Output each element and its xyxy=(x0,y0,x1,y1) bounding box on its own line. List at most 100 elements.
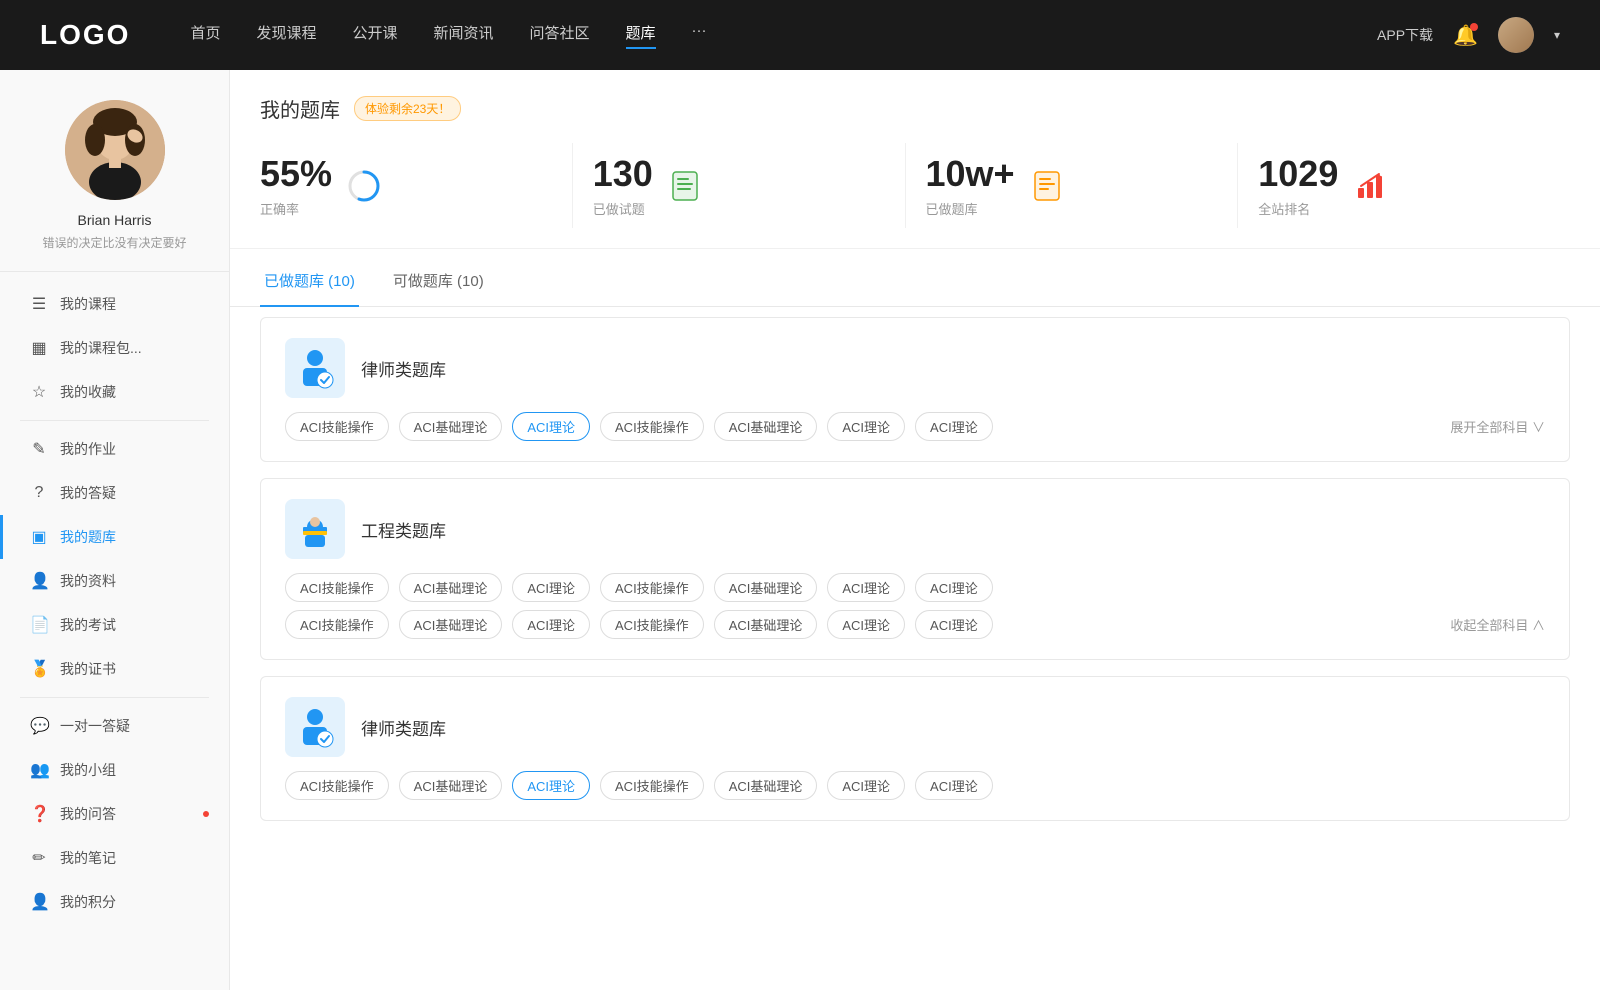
sidebar-item-my-group[interactable]: 👥 我的小组 xyxy=(0,748,229,792)
bank-tags-2b: ACI技能操作 ACI基础理论 ACI理论 ACI技能操作 ACI基础理论 AC… xyxy=(285,610,993,639)
bank-tags-3: ACI技能操作 ACI基础理论 ACI理论 ACI技能操作 ACI基础理论 AC… xyxy=(285,771,993,800)
bank-tag-2a-5[interactable]: ACI理论 xyxy=(827,573,905,602)
main-content: 我的题库 体验剩余23天！ 55% 正确率 xyxy=(230,70,1600,990)
favorites-icon: ☆ xyxy=(30,382,48,402)
sidebar-item-my-cert[interactable]: 🏅 我的证书 xyxy=(0,647,229,691)
user-avatar[interactable] xyxy=(1498,17,1534,53)
stat-done-questions: 130 已做试题 xyxy=(573,143,906,228)
app-download-button[interactable]: APP下载 xyxy=(1377,25,1433,45)
user-motto: 错误的决定比没有决定要好 xyxy=(22,234,206,251)
tab-available-banks[interactable]: 可做题库 (10) xyxy=(389,256,488,307)
tab-done-banks[interactable]: 已做题库 (10) xyxy=(260,256,359,307)
done-banks-icon xyxy=(1029,168,1065,204)
sidebar-item-my-questions[interactable]: ❓ 我的问答 xyxy=(0,792,229,836)
qa-icon: ? xyxy=(30,484,48,502)
bank-tag-2b-1[interactable]: ACI基础理论 xyxy=(399,610,503,639)
bank-tag-3-5[interactable]: ACI理论 xyxy=(827,771,905,800)
bank-tag-1-5[interactable]: ACI理论 xyxy=(827,412,905,441)
user-name: Brian Harris xyxy=(78,212,152,228)
bank-item-lawyer-2: 律师类题库 ACI技能操作 ACI基础理论 ACI理论 ACI技能操作 ACI基… xyxy=(260,676,1570,821)
sidebar-item-my-notes[interactable]: ✏ 我的笔记 xyxy=(0,836,229,880)
sidebar-item-my-exam[interactable]: 📄 我的考试 xyxy=(0,603,229,647)
sidebar-profile: Brian Harris 错误的决定比没有决定要好 xyxy=(0,100,229,272)
bank-tags-row-3: ACI技能操作 ACI基础理论 ACI理论 ACI技能操作 ACI基础理论 AC… xyxy=(285,771,1545,800)
sidebar-item-my-points[interactable]: 👤 我的积分 xyxy=(0,880,229,924)
bank-tag-2b-2[interactable]: ACI理论 xyxy=(512,610,590,639)
nav-open-course[interactable]: 公开课 xyxy=(352,22,397,49)
bank-tag-1-6[interactable]: ACI理论 xyxy=(915,412,993,441)
sidebar: Brian Harris 错误的决定比没有决定要好 ☰ 我的课程 ▦ 我的课程包… xyxy=(0,70,230,990)
sidebar-item-my-course-pack[interactable]: ▦ 我的课程包... xyxy=(0,326,229,370)
tabs-row: 已做题库 (10) 可做题库 (10) xyxy=(230,255,1600,307)
nav-qa[interactable]: 问答社区 xyxy=(530,22,590,49)
nav-right: APP下载 🔔 ▾ xyxy=(1377,17,1560,53)
bank-item-header-1: 律师类题库 xyxy=(285,338,1545,398)
sidebar-menu: ☰ 我的课程 ▦ 我的课程包... ☆ 我的收藏 ✎ 我的作业 ? 我的答疑 ▣ xyxy=(0,272,229,924)
notification-bell[interactable]: 🔔 xyxy=(1453,23,1478,48)
page-header: 我的题库 体验剩余23天！ xyxy=(230,70,1600,123)
bank-tag-3-2[interactable]: ACI理论 xyxy=(512,771,590,800)
bank-tag-1-0[interactable]: ACI技能操作 xyxy=(285,412,389,441)
bank-icon: ▣ xyxy=(30,527,48,547)
bank-tag-1-1[interactable]: ACI基础理论 xyxy=(399,412,503,441)
bank-tag-2b-6[interactable]: ACI理论 xyxy=(915,610,993,639)
bank-tag-2a-1[interactable]: ACI基础理论 xyxy=(399,573,503,602)
stat-done-questions-label: 已做试题 xyxy=(593,199,653,218)
user-dropdown-arrow[interactable]: ▾ xyxy=(1554,28,1560,42)
bank-item-header-2: 工程类题库 xyxy=(285,499,1545,559)
navbar: LOGO 首页 发现课程 公开课 新闻资讯 问答社区 题库 ··· APP下载 … xyxy=(0,0,1600,70)
bank-tag-3-0[interactable]: ACI技能操作 xyxy=(285,771,389,800)
sidebar-item-my-favorites[interactable]: ☆ 我的收藏 xyxy=(0,370,229,414)
nav-more[interactable]: ··· xyxy=(692,22,707,49)
stat-done-banks-label: 已做题库 xyxy=(926,199,1015,218)
sidebar-divider-2 xyxy=(20,697,209,698)
bank-tag-3-3[interactable]: ACI技能操作 xyxy=(600,771,704,800)
bank-tags-1: ACI技能操作 ACI基础理论 ACI理论 ACI技能操作 ACI基础理论 AC… xyxy=(285,412,993,441)
stat-rank-label: 全站排名 xyxy=(1258,199,1338,218)
bank-title-1: 律师类题库 xyxy=(361,356,446,381)
bank-tag-1-4[interactable]: ACI基础理论 xyxy=(714,412,818,441)
bank-tag-2b-3[interactable]: ACI技能操作 xyxy=(600,610,704,639)
bank-expand-1[interactable]: 展开全部科目 ∨ xyxy=(1450,417,1545,436)
nav-links: 首页 发现课程 公开课 新闻资讯 问答社区 题库 ··· xyxy=(190,22,1377,49)
bank-tag-3-4[interactable]: ACI基础理论 xyxy=(714,771,818,800)
sidebar-item-my-profile[interactable]: 👤 我的资料 xyxy=(0,559,229,603)
engineer-icon xyxy=(285,499,345,559)
sidebar-item-my-bank[interactable]: ▣ 我的题库 xyxy=(0,515,229,559)
nav-news[interactable]: 新闻资讯 xyxy=(434,22,494,49)
stat-done-banks-content: 10w+ 已做题库 xyxy=(926,153,1015,218)
bank-tag-1-2[interactable]: ACI理论 xyxy=(512,412,590,441)
accuracy-icon xyxy=(346,168,382,204)
questions-icon: ❓ xyxy=(30,804,48,824)
points-icon: 👤 xyxy=(30,892,48,912)
bank-list: 律师类题库 ACI技能操作 ACI基础理论 ACI理论 ACI技能操作 ACI基… xyxy=(230,307,1600,847)
homework-icon: ✎ xyxy=(30,439,48,459)
sidebar-item-my-homework[interactable]: ✎ 我的作业 xyxy=(0,427,229,471)
bank-tag-2b-5[interactable]: ACI理论 xyxy=(827,610,905,639)
bank-tags-row-1: ACI技能操作 ACI基础理论 ACI理论 ACI技能操作 ACI基础理论 AC… xyxy=(285,412,1545,441)
course-pack-icon: ▦ xyxy=(30,338,48,358)
sidebar-item-my-course[interactable]: ☰ 我的课程 xyxy=(0,282,229,326)
bank-item-lawyer-1: 律师类题库 ACI技能操作 ACI基础理论 ACI理论 ACI技能操作 ACI基… xyxy=(260,317,1570,462)
bank-tag-2a-3[interactable]: ACI技能操作 xyxy=(600,573,704,602)
nav-bank[interactable]: 题库 xyxy=(626,22,656,49)
bank-tag-3-1[interactable]: ACI基础理论 xyxy=(399,771,503,800)
sidebar-item-my-qa[interactable]: ? 我的答疑 xyxy=(0,471,229,515)
stat-accuracy-label: 正确率 xyxy=(260,199,332,218)
bank-tag-2a-0[interactable]: ACI技能操作 xyxy=(285,573,389,602)
nav-discover[interactable]: 发现课程 xyxy=(256,22,316,49)
bank-tag-1-3[interactable]: ACI技能操作 xyxy=(600,412,704,441)
bank-tags-row-2a: ACI技能操作 ACI基础理论 ACI理论 ACI技能操作 ACI基础理论 AC… xyxy=(285,573,1545,602)
bank-tag-2a-6[interactable]: ACI理论 xyxy=(915,573,993,602)
bank-tag-2a-2[interactable]: ACI理论 xyxy=(512,573,590,602)
bank-tag-2b-0[interactable]: ACI技能操作 xyxy=(285,610,389,639)
bank-expand-2[interactable]: 收起全部科目 ∧ xyxy=(1450,615,1545,634)
bank-tags-row-2b: ACI技能操作 ACI基础理论 ACI理论 ACI技能操作 ACI基础理论 AC… xyxy=(285,610,1545,639)
nav-home[interactable]: 首页 xyxy=(190,22,220,49)
bank-tag-2b-4[interactable]: ACI基础理论 xyxy=(714,610,818,639)
sidebar-item-one-on-one[interactable]: 💬 一对一答疑 xyxy=(0,704,229,748)
bank-tag-2a-4[interactable]: ACI基础理论 xyxy=(714,573,818,602)
bank-tag-3-6[interactable]: ACI理论 xyxy=(915,771,993,800)
avatar xyxy=(65,100,165,200)
stat-done-questions-number: 130 xyxy=(593,153,653,195)
